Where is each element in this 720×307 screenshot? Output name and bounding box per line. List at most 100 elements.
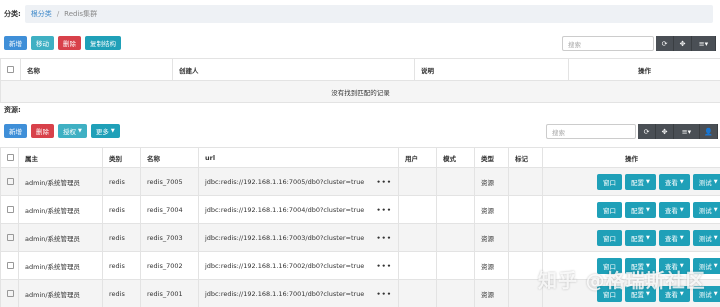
row-checkbox[interactable] — [0, 279, 19, 307]
chevron-down-icon: ▼ — [713, 262, 718, 269]
column-name[interactable]: 名称 — [20, 58, 173, 81]
breadcrumb-label: 分类: — [4, 9, 21, 18]
category-cell: redis — [102, 195, 141, 224]
type-cell: 资源 — [474, 167, 509, 196]
chevron-down-icon: ▼ — [713, 206, 718, 213]
column-url[interactable]: url — [198, 147, 399, 168]
list-icon[interactable]: ≡▾ — [674, 124, 700, 139]
breadcrumb-current[interactable]: Redis集群 — [64, 9, 97, 19]
row-checkbox[interactable] — [0, 195, 19, 224]
name-cell: redis_7004 — [140, 195, 199, 224]
name-cell: redis_7003 — [140, 223, 199, 252]
owner-cell: admin/系统管理员 — [18, 195, 103, 224]
mode-cell — [436, 279, 475, 307]
view-button[interactable]: 查看 ▼ — [658, 201, 690, 218]
column-owner[interactable]: 属主 — [18, 147, 103, 168]
empty-row: 没有找到匹配的记录 — [0, 80, 720, 103]
copy-structure-button[interactable]: 复制结构 — [85, 36, 121, 50]
user-cell — [398, 195, 437, 224]
resource-tools: ⟳ ✥ ≡▾ 👤 — [638, 124, 718, 139]
refresh-icon[interactable]: ⟳ — [656, 36, 674, 51]
config-button[interactable]: 配置 ▼ — [625, 201, 656, 218]
window-button[interactable]: 窗口 — [597, 173, 622, 190]
window-button[interactable]: 窗口 — [597, 201, 622, 218]
column-name[interactable]: 名称 — [140, 147, 199, 168]
name-cell: redis_7002 — [140, 251, 199, 280]
type-cell: 资源 — [474, 223, 509, 252]
move-icon[interactable]: ✥ — [674, 36, 692, 51]
user-icon[interactable]: 👤 — [700, 124, 718, 139]
column-actions: 操作 — [542, 147, 720, 168]
mode-cell — [436, 223, 475, 252]
select-all-checkbox[interactable] — [0, 147, 19, 168]
row-checkbox[interactable] — [0, 167, 19, 196]
view-button[interactable]: 查看 ▼ — [658, 173, 690, 190]
resource-delete-button[interactable]: 删除 — [31, 124, 54, 138]
category-toolbar: 新增 移动 删除 复制结构 — [4, 36, 125, 50]
tag-cell — [508, 167, 543, 196]
name-cell: redis_7001 — [140, 279, 199, 307]
view-button[interactable]: 查看 ▼ — [658, 229, 690, 246]
column-description[interactable]: 说明 — [414, 58, 569, 81]
type-cell: 资源 — [474, 195, 509, 224]
row-checkbox[interactable] — [0, 223, 19, 252]
test-button-label: 测试 — [698, 206, 712, 215]
config-button[interactable]: 配置 ▼ — [625, 173, 656, 190]
more-dots-icon[interactable]: ••• — [377, 234, 392, 242]
test-button[interactable]: 测试 ▼ — [692, 173, 720, 190]
column-category[interactable]: 类别 — [102, 147, 141, 168]
column-tag[interactable]: 标记 — [508, 147, 543, 168]
more-dots-icon[interactable]: ••• — [377, 290, 392, 298]
resource-search-input[interactable]: 搜索 — [546, 124, 636, 139]
move-icon[interactable]: ✥ — [656, 124, 674, 139]
chevron-down-icon: ▼ — [110, 128, 115, 134]
category-table-header: 名称 创建人 说明 操作 — [0, 58, 720, 81]
column-user[interactable]: 用户 — [398, 147, 437, 168]
breadcrumb: 根分类 / Redis集群 — [24, 4, 713, 23]
test-button[interactable]: 测试 ▼ — [692, 201, 720, 218]
url-text: jdbc:redis://192.168.1.16:7005/db0?clust… — [205, 177, 365, 186]
resource-toolbar: 新增 删除 授权 ▼ 更多 ▼ — [4, 124, 124, 138]
column-type[interactable]: 类型 — [474, 147, 509, 168]
more-dots-icon[interactable]: ••• — [377, 178, 392, 186]
owner-cell: admin/系统管理员 — [18, 167, 103, 196]
owner-cell: admin/系统管理员 — [18, 223, 103, 252]
view-button-label: 查看 — [664, 206, 678, 215]
more-dots-icon[interactable]: ••• — [377, 206, 392, 214]
owner-cell: admin/系统管理员 — [18, 251, 103, 280]
resource-add-button[interactable]: 新增 — [4, 124, 27, 138]
chevron-down-icon: ▼ — [679, 234, 684, 241]
category-tools: ⟳ ✥ ≡▾ — [656, 36, 716, 51]
url-cell: jdbc:redis://192.168.1.16:7002/db0?clust… — [198, 251, 399, 280]
column-creator[interactable]: 创建人 — [172, 58, 415, 81]
refresh-icon[interactable]: ⟳ — [638, 124, 656, 139]
category-search-input[interactable]: 搜索 — [562, 36, 654, 51]
mode-cell — [436, 167, 475, 196]
table-row[interactable]: admin/系统管理员 redis redis_7004 jdbc:redis://1… — [0, 195, 720, 224]
row-checkbox[interactable] — [0, 251, 19, 280]
watermark-text: 知乎 @格瑞斯社区 — [538, 270, 706, 292]
category-delete-button[interactable]: 删除 — [58, 36, 81, 50]
user-cell — [398, 223, 437, 252]
url-text: jdbc:redis://192.168.1.16:7004/db0?clust… — [205, 205, 365, 214]
more-dots-icon[interactable]: ••• — [377, 262, 392, 270]
config-button[interactable]: 配置 ▼ — [625, 229, 656, 246]
window-button-label: 窗口 — [603, 234, 616, 243]
authorize-button[interactable]: 授权 ▼ — [58, 124, 87, 138]
chevron-down-icon: ▼ — [646, 206, 650, 213]
category-cell: redis — [102, 223, 141, 252]
more-button[interactable]: 更多 ▼ — [90, 124, 120, 138]
table-row[interactable]: admin/系统管理员 redis redis_7005 jdbc:redis://1… — [0, 167, 720, 196]
chevron-down-icon: ▼ — [679, 206, 684, 213]
select-all-checkbox[interactable] — [0, 58, 21, 81]
column-mode[interactable]: 模式 — [436, 147, 475, 168]
config-button-label: 配置 — [631, 234, 644, 243]
category-add-button[interactable]: 新增 — [4, 36, 27, 50]
category-move-button[interactable]: 移动 — [31, 36, 54, 50]
user-cell — [398, 279, 437, 307]
list-icon[interactable]: ≡▾ — [692, 36, 716, 51]
table-row[interactable]: admin/系统管理员 redis redis_7003 jdbc:redis://1… — [0, 223, 720, 252]
test-button[interactable]: 测试 ▼ — [692, 229, 720, 246]
window-button[interactable]: 窗口 — [597, 229, 622, 246]
breadcrumb-root[interactable]: 根分类 — [31, 9, 52, 19]
